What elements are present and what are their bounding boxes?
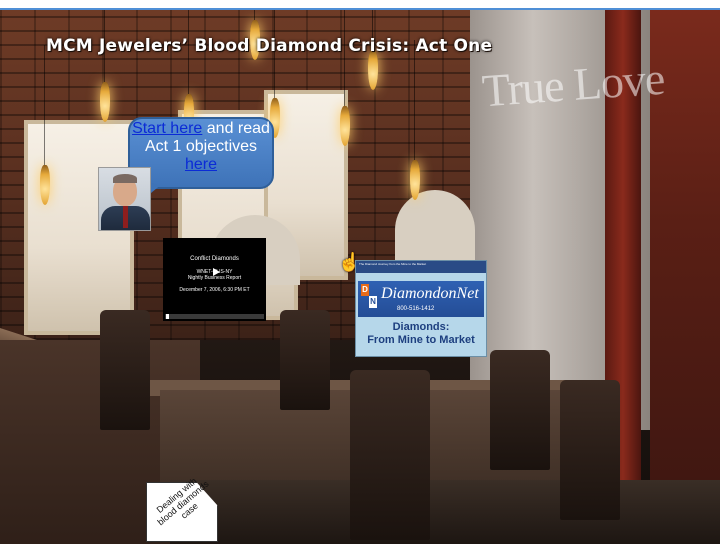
avatar-tie	[123, 206, 128, 228]
diamondonnet-logo: D N DiamondonNet 800-516-1412	[358, 281, 484, 317]
pendant-lamp-1	[100, 10, 110, 122]
chair	[350, 370, 430, 540]
top-bar	[0, 0, 720, 10]
video2-caption-line2: From Mine to Market	[367, 334, 475, 346]
pendant-lamp-6	[368, 10, 378, 90]
dealing-with-blood-diamonds-tag[interactable]: Dealing with blood diamonds case	[146, 476, 218, 542]
video2-top-strip-text: The Diamond Journey from the Mine to the…	[359, 262, 427, 266]
dn-logo-icon: D N	[361, 284, 377, 308]
chair	[560, 380, 620, 520]
page-title: MCM Jewelers’ Blood Diamond Crisis: Act …	[46, 36, 493, 56]
chair	[490, 350, 550, 470]
conflict-diamonds-video[interactable]: Conflict Diamonds WNET-CLIS-NY Nightly B…	[163, 238, 266, 321]
video2-top-strip: The Diamond Journey from the Mine to the…	[356, 261, 486, 273]
start-here-link[interactable]: Start here	[132, 120, 202, 137]
dn-logo-d: D	[361, 284, 369, 296]
arch-chair-back-2	[395, 190, 475, 260]
chair	[100, 310, 150, 430]
chair	[280, 310, 330, 410]
dn-logo-n: N	[369, 296, 377, 308]
diamonds-mine-to-market-video[interactable]: The Diamond Journey from the Mine to the…	[355, 260, 487, 357]
play-icon[interactable]	[166, 314, 169, 319]
video1-controls[interactable]	[165, 314, 264, 319]
wall-sconce-1	[40, 45, 50, 205]
objectives-link[interactable]: here	[185, 156, 217, 173]
floor	[170, 480, 720, 544]
avatar-hair	[113, 174, 137, 183]
video1-line4: December 7, 2006, 6:30 PM ET	[179, 287, 250, 293]
pointer-cursor-icon	[213, 268, 220, 276]
wall-sconce-2	[410, 40, 420, 200]
video1-title: Conflict Diamonds	[190, 256, 239, 262]
pendant-lamp-5	[340, 10, 350, 146]
video2-brand: DiamondonNet	[381, 285, 479, 302]
video2-phone: 800-516-1412	[397, 306, 435, 312]
presenter-avatar	[98, 167, 151, 231]
video2-caption-line1: Diamonds:	[392, 321, 450, 333]
